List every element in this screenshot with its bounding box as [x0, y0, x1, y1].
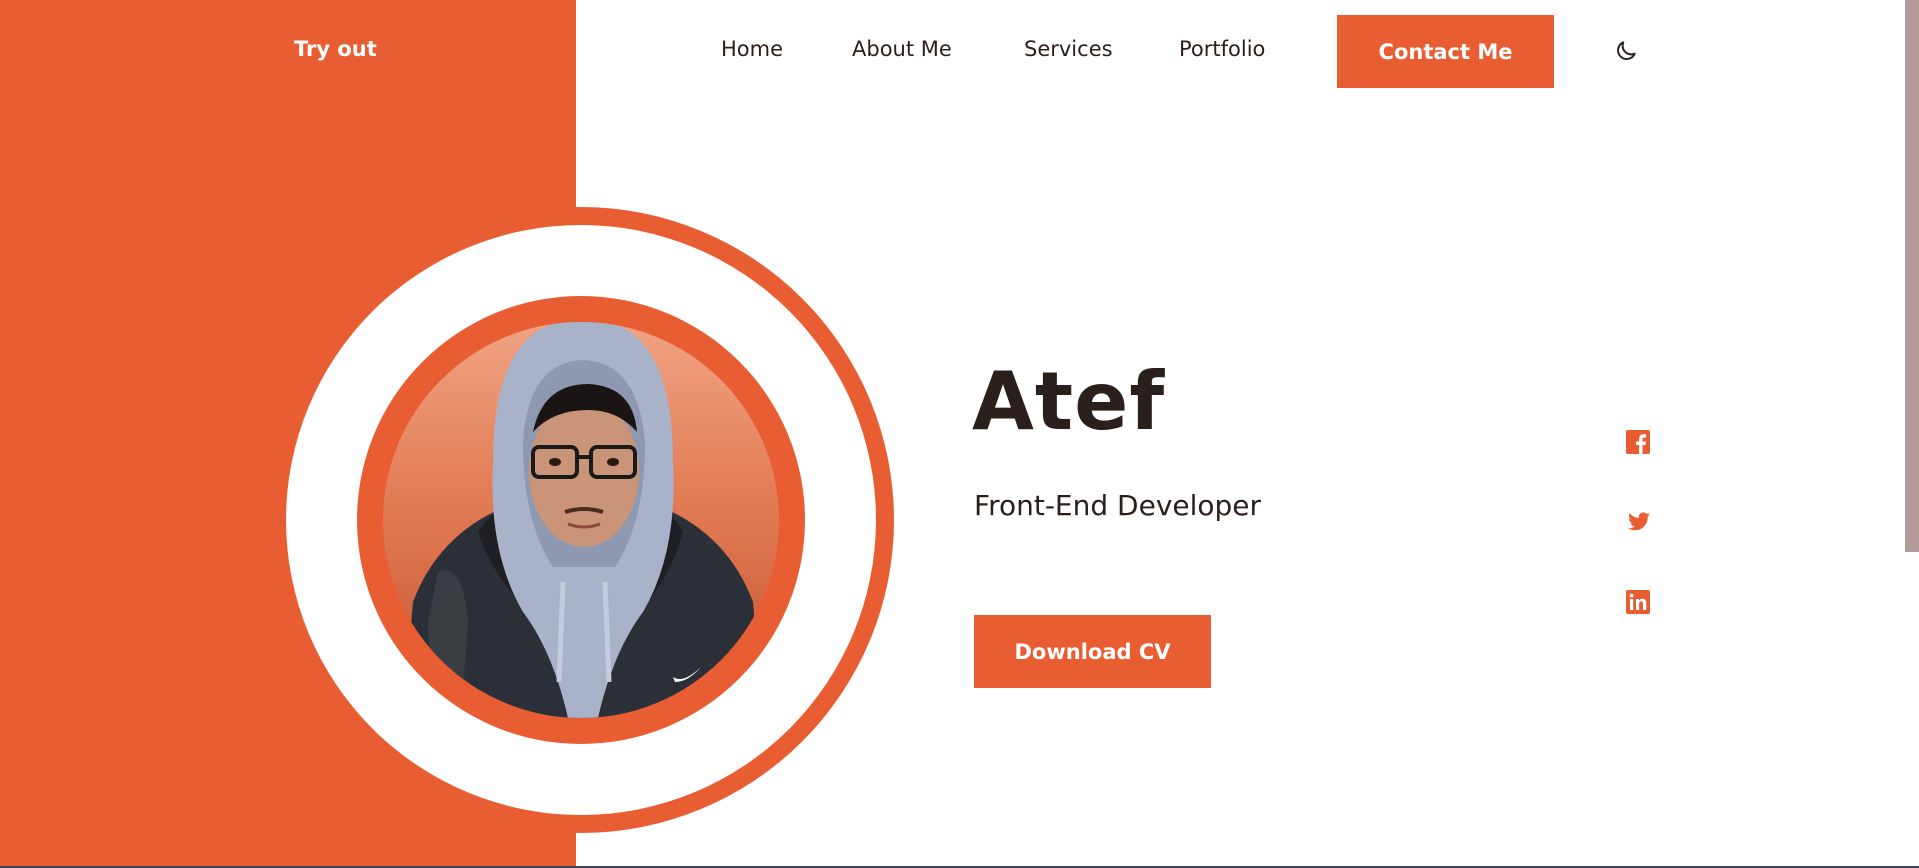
scrollbar-thumb[interactable]	[1905, 0, 1919, 552]
twitter-icon[interactable]	[1626, 510, 1650, 534]
nav-portfolio-link[interactable]: Portfolio	[1179, 37, 1265, 61]
moon-icon[interactable]	[1613, 38, 1639, 64]
nav-about-link[interactable]: About Me	[852, 37, 952, 61]
linkedin-icon[interactable]	[1626, 590, 1650, 614]
download-cv-button[interactable]: Download CV	[974, 615, 1211, 688]
nav-home-link[interactable]: Home	[721, 37, 783, 61]
profile-photo	[383, 322, 779, 718]
contact-me-button[interactable]: Contact Me	[1337, 15, 1554, 88]
hero-name: Atef	[972, 355, 1166, 448]
facebook-icon[interactable]	[1626, 430, 1650, 454]
nav-services-link[interactable]: Services	[1024, 37, 1113, 61]
logo-link[interactable]: Try out	[294, 37, 377, 61]
hero-role: Front-End Developer	[974, 489, 1262, 522]
